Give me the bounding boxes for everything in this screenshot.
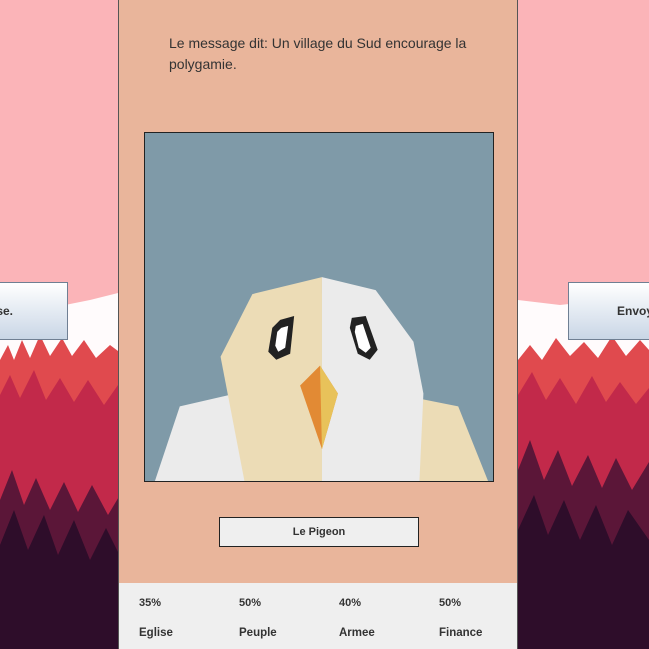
event-card: Le message dit: Un village du Sud encour…	[118, 0, 518, 649]
stat-value: 40%	[339, 597, 362, 609]
character-name: Le Pigeon	[292, 526, 346, 538]
left-choice-label: se.	[0, 304, 13, 318]
pigeon-illustration	[145, 133, 493, 481]
stat-label: Eglise	[139, 627, 173, 639]
right-choice-label: Envoy	[617, 304, 649, 318]
event-message: Le message dit: Un village du Sud encour…	[169, 35, 467, 72]
stat-value: 50%	[239, 597, 262, 609]
left-choice-button[interactable]: se.	[0, 282, 68, 340]
right-choice-button[interactable]: Envoy	[568, 282, 649, 340]
stat-label: Peuple	[239, 627, 277, 639]
stat-value: 50%	[439, 597, 462, 609]
stat-value: 35%	[139, 597, 162, 609]
character-name-button[interactable]: Le Pigeon	[219, 517, 419, 547]
stats-bar: 35% Eglise 50% Peuple 40% Armee 50% Fina…	[119, 583, 517, 649]
stat-label: Armee	[339, 627, 375, 639]
character-portrait	[144, 132, 494, 482]
stat-label: Finance	[439, 627, 483, 639]
